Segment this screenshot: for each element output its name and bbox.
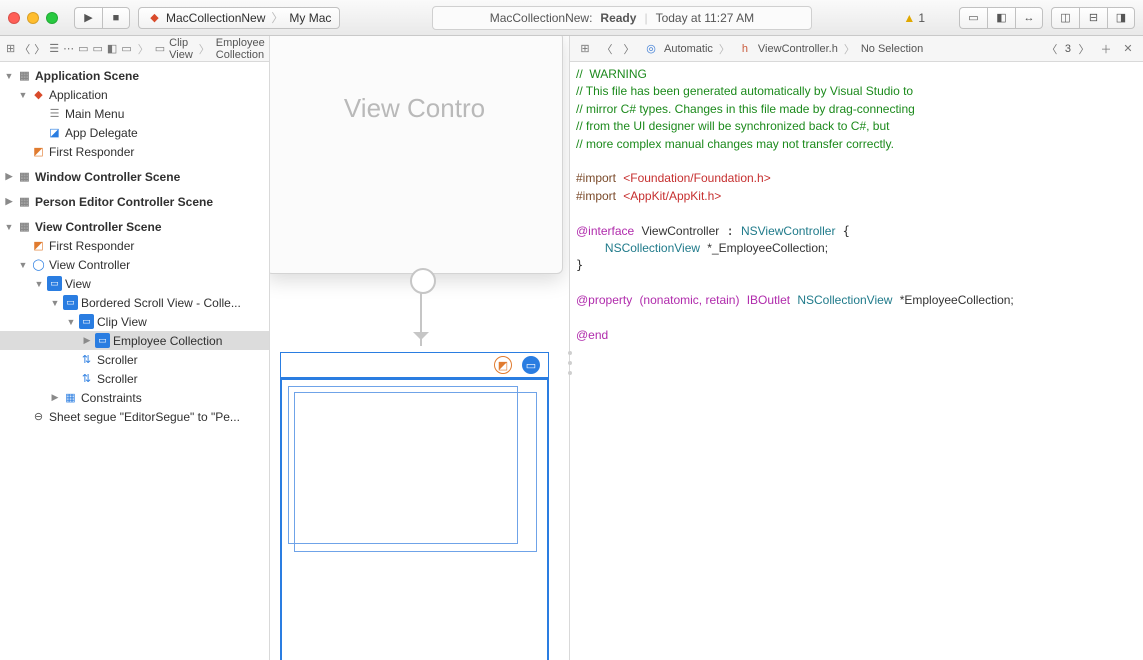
warning-icon: ▲ — [903, 11, 915, 25]
item-employee-collection[interactable]: ▶▭Employee Collection — [0, 331, 269, 350]
scheme-name: MacCollectionNew — [166, 11, 265, 25]
item-app-delegate[interactable]: ◪App Delegate — [0, 123, 269, 142]
item-clip-view[interactable]: ▼▭Clip View — [0, 312, 269, 331]
item-application[interactable]: ▼◆Application — [0, 85, 269, 104]
item-view-controller[interactable]: ▼◯View Controller — [0, 255, 269, 274]
zoom-window-button[interactable] — [46, 12, 58, 24]
split-grip[interactable] — [566, 348, 574, 378]
app-icon: ◆ — [147, 10, 162, 25]
toggle-debug-area[interactable]: ⊟ — [1079, 7, 1107, 29]
view-controller-dock-icon[interactable]: ▭ — [522, 356, 540, 374]
item-segue[interactable]: ⊖Sheet segue "EditorSegue" to "Pe... — [0, 407, 269, 426]
close-window-button[interactable] — [8, 12, 20, 24]
item-bordered-scroll-view[interactable]: ▼▭Bordered Scroll View - Colle... — [0, 293, 269, 312]
item-scroller-2[interactable]: ⇅Scroller — [0, 369, 269, 388]
counterpart-counter: 3 — [1065, 43, 1071, 55]
toggle-utilities[interactable]: ◨ — [1107, 7, 1135, 29]
segue-arrow — [420, 286, 422, 346]
status-project: MacCollectionNew: — [490, 11, 593, 25]
scene-dock[interactable]: ◩ ▭ — [280, 352, 549, 378]
crumb-employee-collection[interactable]: Employee Collection — [216, 37, 265, 61]
related-items-icon[interactable]: ⊞ — [576, 40, 594, 58]
counter-next[interactable]: 〉 — [1075, 40, 1093, 58]
close-assistant-button[interactable]: ✕ — [1119, 40, 1137, 58]
activity-status: MacCollectionNew: Ready | Today at 11:27… — [432, 6, 812, 30]
outline-tree: ▼▦Application Scene ▼◆Application ☰Main … — [0, 62, 269, 660]
selected-collection-view[interactable] — [280, 378, 549, 660]
window-controls — [8, 12, 58, 24]
scene-view-controller[interactable]: ▼▦View Controller Scene — [0, 217, 269, 236]
editor-mode-assistant[interactable]: ◧ — [987, 7, 1015, 29]
main-toolbar: ▶ ■ ◆ MacCollectionNew 〉 My Mac MacColle… — [0, 0, 1143, 36]
status-time: Today at 11:27 AM — [656, 11, 755, 25]
warning-count: 1 — [918, 11, 925, 25]
view-controller-thumbnail: View Contro — [270, 36, 563, 274]
counter-prev[interactable]: 〈 — [1043, 40, 1061, 58]
add-assistant-button[interactable]: ＋ — [1097, 40, 1115, 58]
item-main-menu[interactable]: ☰Main Menu — [0, 104, 269, 123]
source-editor[interactable]: // WARNING // This file has been generat… — [570, 62, 1143, 660]
status-state: Ready — [600, 11, 636, 25]
warnings-indicator[interactable]: ▲ 1 — [903, 11, 925, 25]
collection-item-outline-2 — [294, 392, 537, 552]
left-jump-bar: ⊞ 〈 〉 ☰ ⋯ ▭ ▭ ◧ ▭ 〉 ▭ Clip View 〉 Employ… — [0, 36, 269, 62]
forward-button[interactable]: 〉 — [620, 40, 638, 58]
first-responder-dock-icon[interactable]: ◩ — [494, 356, 512, 374]
related-items-icon[interactable]: ⊞ — [6, 40, 15, 58]
crumb-clip-view[interactable]: Clip View — [169, 37, 193, 61]
automatic-icon: ◎ — [642, 40, 660, 58]
document-outline-panel: ⊞ 〈 〉 ☰ ⋯ ▭ ▭ ◧ ▭ 〉 ▭ Clip View 〉 Employ… — [0, 36, 270, 660]
back-button[interactable]: 〈 — [598, 40, 616, 58]
forward-button[interactable]: 〉 — [34, 40, 45, 58]
canvas-title: View Contro — [344, 93, 485, 124]
outline-icon[interactable]: ☰ — [49, 40, 59, 58]
editor-mode-standard[interactable]: ▭ — [959, 7, 987, 29]
item-scroller-1[interactable]: ⇅Scroller — [0, 350, 269, 369]
crumb-file[interactable]: ViewController.h — [758, 43, 838, 55]
header-file-icon: h — [736, 40, 754, 58]
minimize-window-button[interactable] — [27, 12, 39, 24]
scheme-selector[interactable]: ◆ MacCollectionNew 〉 My Mac — [138, 7, 340, 29]
crumb-no-selection[interactable]: No Selection — [861, 43, 923, 55]
stop-button[interactable]: ■ — [102, 7, 130, 29]
toggle-navigator[interactable]: ◫ — [1051, 7, 1079, 29]
item-view[interactable]: ▼▭View — [0, 274, 269, 293]
assistant-editor-panel: ⊞ 〈 〉 ◎ Automatic 〉 h ViewController.h 〉… — [570, 36, 1143, 660]
scene-application[interactable]: ▼▦Application Scene — [0, 66, 269, 85]
scene-window-controller[interactable]: ▶▦Window Controller Scene — [0, 167, 269, 186]
item-first-responder-2[interactable]: ◩First Responder — [0, 236, 269, 255]
crumb-automatic[interactable]: Automatic — [664, 43, 713, 55]
editor-mode-version[interactable]: ↔ — [1015, 7, 1043, 29]
clip-view-icon: ▭ — [155, 40, 165, 58]
back-button[interactable]: 〈 — [19, 40, 30, 58]
interface-builder-canvas[interactable]: View Contro ◩ ▭ — [270, 36, 570, 660]
item-first-responder-1[interactable]: ◩First Responder — [0, 142, 269, 161]
run-button[interactable]: ▶ — [74, 7, 102, 29]
scheme-destination: My Mac — [289, 11, 331, 25]
scene-person-editor[interactable]: ▶▦Person Editor Controller Scene — [0, 192, 269, 211]
item-constraints[interactable]: ▶▦Constraints — [0, 388, 269, 407]
right-jump-bar: ⊞ 〈 〉 ◎ Automatic 〉 h ViewController.h 〉… — [570, 36, 1143, 62]
